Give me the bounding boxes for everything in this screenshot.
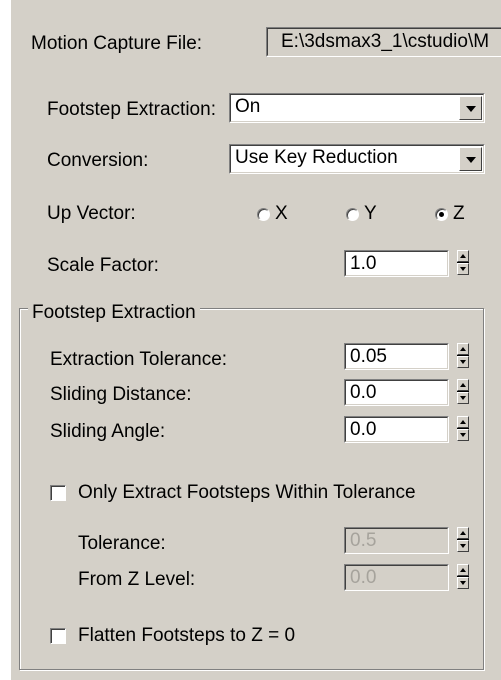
mocap-file-path-field[interactable]: E:\3dsmax3_1\cstudio\M (266, 27, 501, 57)
conversion-dropdown[interactable]: Use Key Reduction (229, 144, 485, 174)
tolerance-label: Tolerance: (78, 533, 166, 554)
tolerance-spinner[interactable] (457, 527, 469, 553)
spinner-down-icon[interactable] (457, 356, 469, 368)
conversion-label: Conversion: (47, 150, 149, 171)
spinner-down-icon[interactable] (457, 429, 469, 441)
sliding-angle-label: Sliding Angle: (50, 421, 166, 442)
extraction-tolerance-label: Extraction Tolerance: (50, 349, 228, 370)
sliding-distance-spinner[interactable] (457, 379, 469, 405)
radio-y[interactable] (346, 208, 359, 221)
radio-z-label: Z (453, 203, 465, 224)
mocap-file-path-text: E:\3dsmax3_1\cstudio\M (267, 28, 501, 56)
radio-x-label: X (275, 203, 288, 224)
tolerance-input[interactable]: 0.5 (344, 527, 449, 554)
sliding-angle-input[interactable]: 0.0 (344, 416, 449, 443)
extraction-tolerance-input[interactable]: 0.05 (344, 343, 449, 370)
extraction-tolerance-value: 0.05 (345, 344, 448, 369)
sliding-distance-value: 0.0 (345, 380, 448, 405)
spinner-up-icon[interactable] (457, 250, 469, 262)
from-z-level-input[interactable]: 0.0 (344, 564, 449, 591)
from-z-level-spinner[interactable] (457, 564, 469, 590)
spinner-up-icon[interactable] (457, 379, 469, 391)
scale-factor-spinner[interactable] (457, 250, 469, 276)
sliding-distance-label: Sliding Distance: (50, 384, 192, 405)
spinner-down-icon[interactable] (457, 263, 469, 275)
sliding-angle-spinner[interactable] (457, 416, 469, 442)
conversion-value: Use Key Reduction (230, 145, 484, 173)
scale-factor-value: 1.0 (345, 251, 448, 276)
radio-z[interactable] (435, 208, 448, 221)
mocap-file-label: Motion Capture File: (31, 33, 203, 54)
group-title: Footstep Extraction (28, 302, 200, 324)
up-vector-label: Up Vector: (47, 203, 136, 224)
sliding-distance-input[interactable]: 0.0 (344, 379, 449, 406)
footstep-extraction-dropdown[interactable]: On (229, 93, 485, 123)
spinner-down-icon[interactable] (457, 577, 469, 589)
radio-y-label: Y (364, 203, 377, 224)
scale-factor-input[interactable]: 1.0 (344, 250, 449, 277)
sliding-angle-value: 0.0 (345, 417, 448, 442)
extraction-tolerance-spinner[interactable] (457, 343, 469, 369)
flatten-label: Flatten Footsteps to Z = 0 (78, 625, 296, 646)
scale-factor-label: Scale Factor: (47, 255, 159, 276)
spinner-up-icon[interactable] (457, 564, 469, 576)
footstep-extraction-label: Footstep Extraction: (47, 99, 216, 120)
footstep-extraction-value: On (230, 94, 484, 122)
spinner-up-icon[interactable] (457, 343, 469, 355)
flatten-checkbox[interactable] (50, 628, 66, 644)
only-extract-label: Only Extract Footsteps Within Tolerance (78, 482, 416, 503)
chevron-down-icon[interactable] (459, 96, 482, 120)
spinner-down-icon[interactable] (457, 392, 469, 404)
only-extract-checkbox[interactable] (50, 485, 66, 501)
spinner-up-icon[interactable] (457, 527, 469, 539)
spinner-up-icon[interactable] (457, 416, 469, 428)
tolerance-value: 0.5 (345, 528, 448, 553)
chevron-down-icon[interactable] (459, 147, 482, 171)
radio-x[interactable] (257, 208, 270, 221)
from-z-level-label: From Z Level: (78, 569, 196, 590)
from-z-level-value: 0.0 (345, 565, 448, 590)
spinner-down-icon[interactable] (457, 540, 469, 552)
